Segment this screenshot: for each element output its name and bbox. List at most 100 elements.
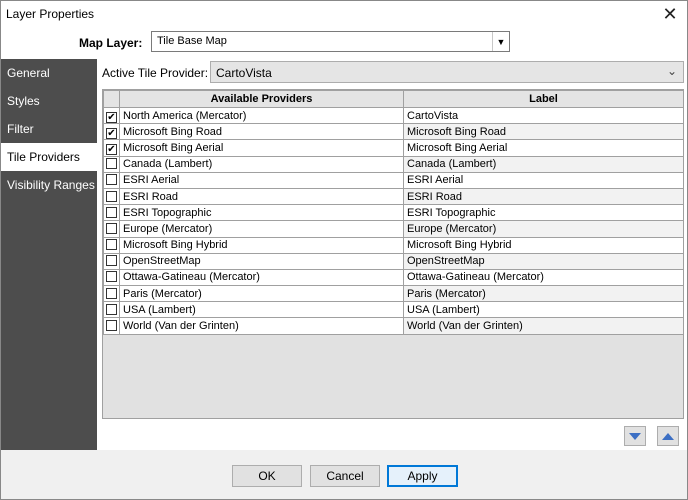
provider-checkbox[interactable] [106, 287, 117, 299]
provider-checkbox[interactable]: ✔ [106, 111, 117, 123]
column-header-available-providers[interactable]: Available Providers [119, 90, 404, 108]
table-row[interactable]: Europe (Mercator) Europe (Mercator) [103, 220, 684, 238]
row-checkbox-cell [103, 155, 120, 173]
provider-checkbox[interactable] [106, 271, 117, 283]
provider-name-cell: World (Van der Grinten) [119, 317, 404, 335]
provider-label-cell[interactable]: Microsoft Bing Aerial [403, 139, 684, 157]
sidebar: General Styles Filter Tile Providers Vis… [1, 59, 97, 450]
table-row[interactable]: ESRI Topographic ESRI Topographic [103, 204, 684, 222]
tile-providers-panel: Active Tile Provider: CartoVista ⌄ Avail… [97, 59, 687, 450]
provider-label-cell[interactable]: ESRI Aerial [403, 171, 684, 189]
table-row[interactable]: USA (Lambert) USA (Lambert) [103, 301, 684, 319]
table-row[interactable]: ESRI Road ESRI Road [103, 187, 684, 206]
table-row[interactable]: Ottawa-Gatineau (Mercator) Ottawa-Gatinea… [103, 268, 684, 287]
move-down-icon [629, 432, 641, 440]
provider-checkbox[interactable] [106, 222, 117, 234]
chevron-down-icon: ⌄ [666, 64, 677, 78]
provider-checkbox[interactable] [106, 190, 117, 202]
provider-name-cell: ESRI Topographic [119, 204, 404, 222]
provider-checkbox[interactable] [106, 206, 117, 218]
providers-grid[interactable]: Available Providers Label ✔ North America… [102, 89, 684, 419]
provider-name-cell: ESRI Road [119, 187, 404, 206]
table-row[interactable]: ESRI Aerial ESRI Aerial [103, 171, 684, 189]
row-checkbox-cell: ✔ [103, 123, 120, 141]
row-checkbox-cell: ✔ [103, 106, 120, 125]
provider-label-cell[interactable]: Microsoft Bing Road [403, 123, 684, 141]
row-checkbox-cell [103, 317, 120, 335]
apply-button[interactable]: Apply [387, 465, 458, 487]
move-up-icon [662, 432, 674, 440]
provider-name-cell: Microsoft Bing Road [119, 123, 404, 141]
sidebar-item-styles[interactable]: Styles [1, 87, 97, 115]
row-checkbox-cell [103, 252, 120, 270]
provider-name-cell: North America (Mercator) [119, 106, 404, 125]
ok-button[interactable]: OK [232, 465, 302, 487]
provider-name-cell: ESRI Aerial [119, 171, 404, 189]
row-checkbox-cell [103, 268, 120, 287]
provider-label-cell[interactable]: World (Van der Grinten) [403, 317, 684, 335]
column-header-label[interactable]: Label [403, 90, 684, 108]
row-checkbox-cell [103, 301, 120, 319]
provider-checkbox[interactable] [106, 158, 117, 170]
providers-table: Available Providers Label ✔ North America… [103, 90, 684, 335]
provider-name-cell: Canada (Lambert) [119, 155, 404, 173]
dialog-footer: OK Cancel Apply [1, 450, 687, 499]
table-row[interactable]: ✔ North America (Mercator) CartoVista [103, 106, 684, 125]
provider-checkbox[interactable] [106, 239, 117, 251]
provider-name-cell: Paris (Mercator) [119, 285, 404, 303]
close-button[interactable]: ✕ [657, 3, 683, 25]
provider-checkbox[interactable] [106, 174, 117, 186]
provider-name-cell: Europe (Mercator) [119, 220, 404, 238]
table-row[interactable]: ✔ Microsoft Bing Aerial Microsoft Bing Aer… [103, 139, 684, 157]
provider-label-cell[interactable]: ESRI Road [403, 187, 684, 206]
map-layer-select[interactable]: Tile Base Map ▼ [151, 31, 510, 52]
provider-label-cell[interactable]: Paris (Mercator) [403, 285, 684, 303]
row-checkbox-cell [103, 171, 120, 189]
table-row[interactable]: Canada (Lambert) Canada (Lambert) [103, 155, 684, 173]
provider-name-cell: USA (Lambert) [119, 301, 404, 319]
provider-checkbox[interactable]: ✔ [106, 127, 117, 139]
table-row[interactable]: ✔ Microsoft Bing Road Microsoft Bing Road [103, 123, 684, 141]
sidebar-item-visibility-ranges[interactable]: Visibility Ranges [1, 171, 97, 199]
sidebar-item-tile-providers[interactable]: Tile Providers [1, 143, 97, 171]
provider-label-cell[interactable]: Microsoft Bing Hybrid [403, 236, 684, 254]
provider-checkbox[interactable]: ✔ [106, 143, 117, 155]
provider-label-cell[interactable]: Canada (Lambert) [403, 155, 684, 173]
sidebar-item-general[interactable]: General [1, 59, 97, 87]
map-layer-label: Map Layer: [79, 36, 143, 50]
sidebar-item-filter[interactable]: Filter [1, 115, 97, 143]
provider-label-cell[interactable]: Europe (Mercator) [403, 220, 684, 238]
provider-label-cell[interactable]: Ottawa-Gatineau (Mercator) [403, 268, 684, 287]
provider-label-cell[interactable]: CartoVista [403, 106, 684, 125]
table-header-row: Available Providers Label [103, 90, 684, 108]
map-layer-row: Map Layer: Tile Base Map ▼ [1, 27, 687, 59]
provider-name-cell: OpenStreetMap [119, 252, 404, 270]
provider-checkbox[interactable] [106, 303, 117, 315]
active-provider-value: CartoVista [216, 66, 272, 80]
table-row[interactable]: Microsoft Bing Hybrid Microsoft Bing Hybr… [103, 236, 684, 254]
layer-properties-dialog: Layer Properties ✕ Map Layer: Tile Base … [0, 0, 688, 500]
row-checkbox-cell [103, 285, 120, 303]
cancel-button[interactable]: Cancel [310, 465, 380, 487]
title-bar: Layer Properties ✕ [1, 1, 687, 27]
move-down-button[interactable] [624, 426, 646, 446]
row-checkbox-cell [103, 187, 120, 206]
window-title: Layer Properties [6, 7, 95, 21]
provider-checkbox[interactable] [106, 255, 117, 267]
table-row[interactable]: Paris (Mercator) Paris (Mercator) [103, 285, 684, 303]
dropdown-arrow-icon[interactable]: ▼ [492, 32, 509, 51]
provider-name-cell: Ottawa-Gatineau (Mercator) [119, 268, 404, 287]
provider-label-cell[interactable]: ESRI Topographic [403, 204, 684, 222]
row-checkbox-cell: ✔ [103, 139, 120, 157]
move-up-button[interactable] [657, 426, 679, 446]
provider-checkbox[interactable] [106, 320, 117, 332]
active-provider-select[interactable]: CartoVista ⌄ [210, 61, 684, 83]
row-checkbox-cell [103, 220, 120, 238]
table-row[interactable]: World (Van der Grinten) World (Van der Gr… [103, 317, 684, 335]
map-layer-value: Tile Base Map [157, 35, 227, 47]
active-provider-label: Active Tile Provider: [102, 66, 209, 80]
provider-name-cell: Microsoft Bing Aerial [119, 139, 404, 157]
provider-label-cell[interactable]: OpenStreetMap [403, 252, 684, 270]
provider-label-cell[interactable]: USA (Lambert) [403, 301, 684, 319]
table-row[interactable]: OpenStreetMap OpenStreetMap [103, 252, 684, 270]
